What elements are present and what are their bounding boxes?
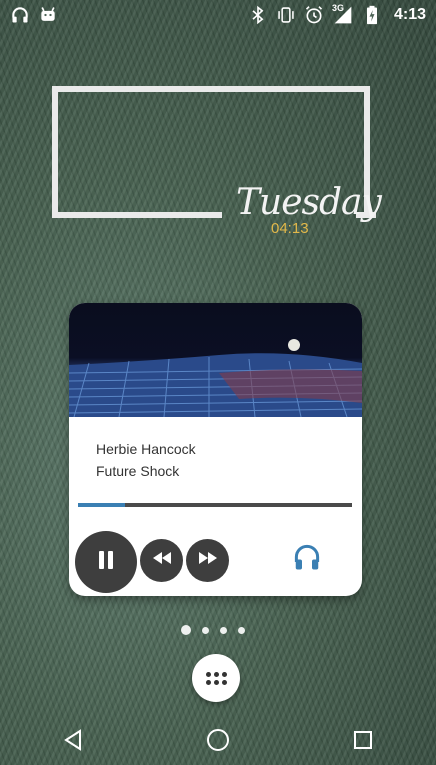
android-icon [38,5,58,25]
pause-icon [94,548,118,577]
status-right-icons: 3G 4:13 [238,3,436,25]
progress-bar[interactable] [78,503,352,507]
headphones-button[interactable] [289,541,325,577]
recents-icon [353,730,373,755]
clock-time-label: 04:13 [271,220,309,237]
bluetooth-icon [248,5,268,25]
track-title: Future Shock [96,463,180,479]
page-dot[interactable] [220,626,227,634]
page-indicator [181,625,245,635]
progress-fill [78,503,125,507]
home-button[interactable] [198,723,238,763]
alarm-icon [304,5,324,25]
network-type-label: 3G [331,3,344,13]
navigation-bar [0,720,436,765]
rewind-button[interactable] [140,539,183,582]
page-dot[interactable] [238,626,245,634]
fast-forward-icon [198,551,218,570]
back-icon [62,729,84,756]
signal-3g-icon: 3G [331,3,354,25]
clock-day-label: Tuesday [236,182,382,223]
page-dot[interactable] [181,625,191,635]
back-button[interactable] [53,723,93,763]
album-art[interactable] [69,303,362,417]
track-artist: Herbie Hancock [96,441,196,457]
home-icon [206,728,230,757]
clock-frame-bottom [52,212,222,218]
status-left-icons [0,5,68,25]
battery-charging-icon [362,5,382,25]
headphones-icon [292,542,322,577]
music-player-widget: Herbie Hancock Future Shock [69,303,362,596]
vibrate-icon [276,5,296,25]
headphones-icon [10,5,30,25]
status-bar: 3G 4:13 [0,0,436,30]
app-drawer-button[interactable] [192,654,240,702]
app-grid-icon [205,671,227,685]
rewind-icon [152,551,172,570]
recents-button[interactable] [343,723,383,763]
page-dot[interactable] [202,626,209,634]
fast-forward-button[interactable] [186,539,229,582]
status-time: 4:13 [393,6,426,23]
pause-button[interactable] [75,531,137,593]
